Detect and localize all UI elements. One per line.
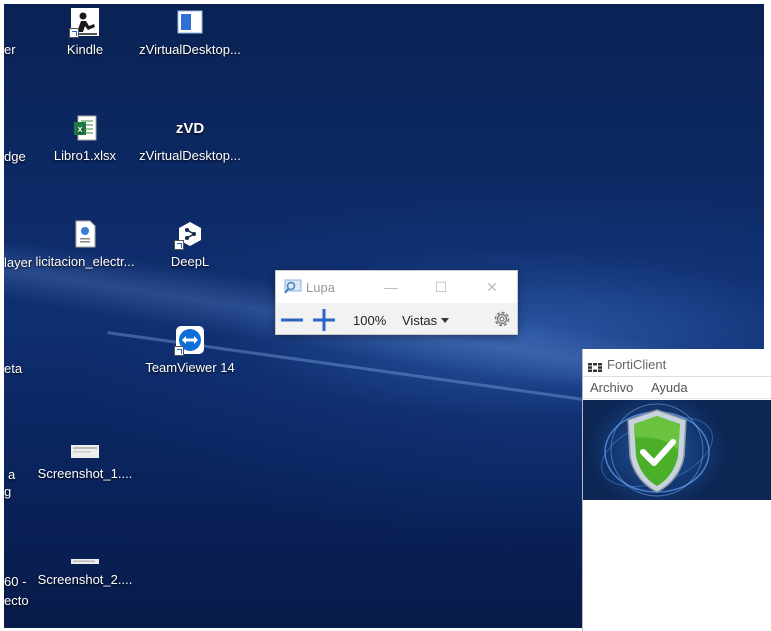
chevron-down-icon [441,318,450,323]
desktop-icon-teamviewer[interactable]: TeamViewer 14 [135,326,245,375]
desktop-icon-zvirtualdesktop[interactable]: zVirtualDesktop... [135,8,245,57]
svg-text:x: x [77,124,82,134]
desktop-icon-label-cut[interactable]: 60 - [4,574,26,589]
desktop-icon-label-cut[interactable]: er [4,42,16,57]
teamviewer-icon [174,326,204,356]
forticlient-menu-bar: Archivo Ayuda [583,377,771,399]
svg-text:zVD: zVD [176,120,205,137]
desktop-icon-label: Kindle [66,42,104,57]
desktop-icon-label: Screenshot_2.... [37,572,133,587]
desktop-icon-label-cut[interactable]: g [4,484,11,499]
menu-ayuda[interactable]: Ayuda [651,380,688,395]
menu-archivo[interactable]: Archivo [590,380,633,395]
image-thumbnail-icon [71,432,99,460]
forticlient-window: FortiClient Archivo Ayuda [582,349,771,631]
forticlient-title: FortiClient [607,357,667,372]
desktop-icon-screenshot-1[interactable]: Screenshot_1.... [30,432,140,481]
magnifier-toolbar: 100% Vistas [276,303,517,335]
magnifier-title-bar[interactable]: Lupa — ☐ ✕ [276,271,517,303]
desktop-icon-label-cut[interactable]: a [8,467,15,482]
desktop-icon-label: Screenshot_1.... [37,466,133,481]
forticlient-title-bar[interactable]: FortiClient [583,349,771,377]
desktop-icon-label: Libro1.xlsx [53,148,117,163]
zoom-in-button[interactable] [313,309,335,331]
shield-check-icon [601,403,713,497]
excel-file-icon: x [71,114,99,142]
desktop-icon-label: DeepL [170,254,210,269]
magnifier-icon [284,279,302,300]
minimize-button[interactable]: — [379,277,403,297]
desktop-icon-label-cut[interactable]: dge [4,149,26,164]
close-button[interactable]: ✕ [480,277,504,297]
desktop-icon-label: TeamViewer 14 [145,360,235,375]
desktop-icon-label: licitacion_electr... [35,254,135,269]
desktop-icon-kindle[interactable]: Kindle [30,8,140,57]
desktop-icon-label-cut[interactable]: eta [4,361,22,376]
zoom-level: 100% [353,313,387,328]
magnifier-title: Lupa [306,280,335,295]
desktop-icon-licitacion[interactable]: licitacion_electr... [30,220,140,269]
settings-gear-icon[interactable] [492,309,512,334]
window-app-icon [176,8,204,36]
deepl-icon [174,220,204,250]
fortinet-logo-icon [588,359,602,372]
zoom-out-button[interactable] [281,309,303,331]
maximize-button[interactable]: ☐ [429,277,453,297]
desktop-icon-deepl[interactable]: DeepL [135,220,245,269]
views-label: Vistas [402,313,438,328]
zvd-logo-icon: zVD [176,114,205,142]
desktop-icon-libro1[interactable]: x Libro1.xlsx [30,114,140,163]
desktop-icon-label-cut[interactable]: layer [4,255,32,270]
kindle-icon [69,8,99,38]
forticlient-status-banner [583,400,771,500]
desktop-icon-label-cut[interactable]: ecto [4,593,29,608]
desktop-icon-zvirtualdesktop[interactable]: zVD zVirtualDesktop... [135,114,245,163]
desktop-icon-label: zVirtualDesktop... [139,148,241,163]
views-dropdown[interactable]: Vistas [402,313,450,328]
desktop-icon-label: zVirtualDesktop... [139,42,241,57]
document-icon [71,220,99,248]
magnifier-window: Lupa — ☐ ✕ 100% Vistas [275,270,518,335]
desktop-icon-screenshot-2[interactable]: Screenshot_2.... [30,538,140,587]
image-thumbnail-icon [71,538,99,566]
